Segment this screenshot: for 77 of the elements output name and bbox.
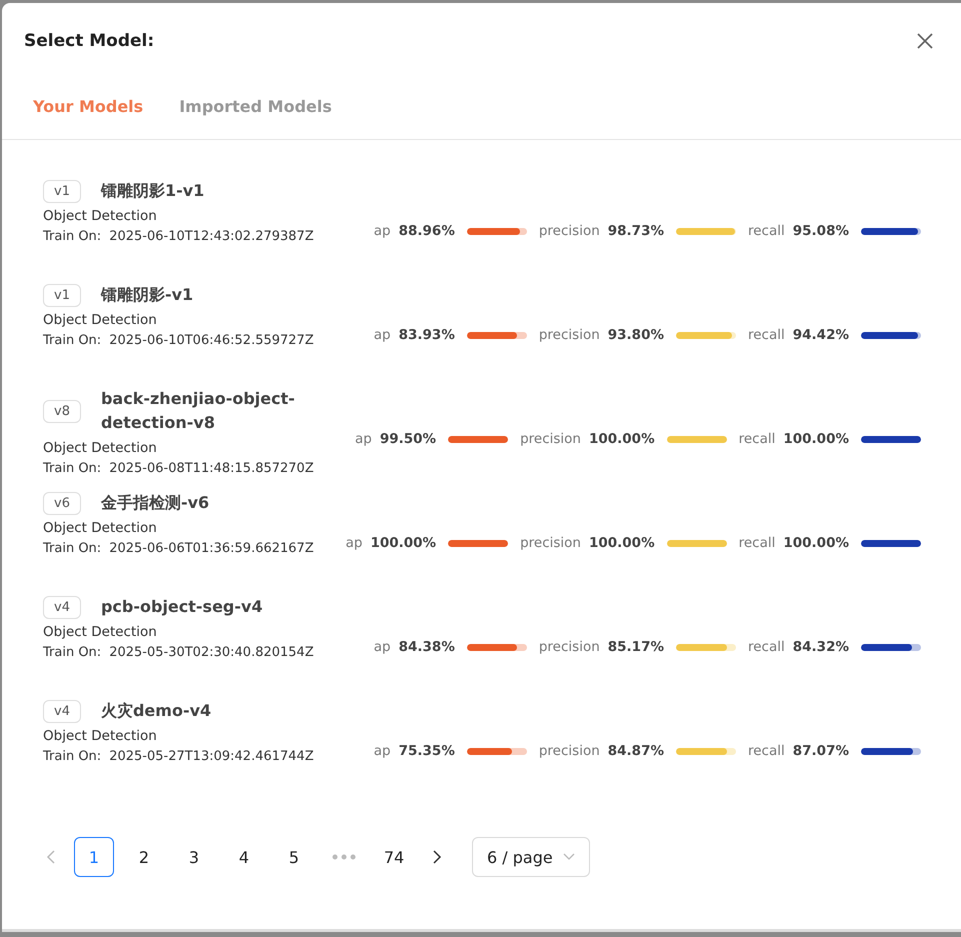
- metric-label: recall: [748, 639, 785, 655]
- version-badge: v1: [43, 180, 81, 202]
- task-type: Object Detection: [43, 728, 158, 744]
- metric-label: ap: [374, 743, 391, 759]
- version-badge: v6: [43, 492, 81, 514]
- metric-value: 100.00%: [588, 431, 655, 447]
- metric-value: 100.00%: [370, 535, 436, 551]
- page-button[interactable]: 74: [374, 837, 414, 877]
- metric-value: 100.00%: [783, 431, 849, 447]
- next-page-icon[interactable]: [432, 850, 442, 864]
- model-name[interactable]: 镭雕阴影1-v1: [100, 179, 204, 203]
- task-type: Object Detection: [43, 520, 158, 536]
- version-badge: v8: [43, 400, 81, 422]
- train-date: 2025-06-08T11:48:15.857270Z: [109, 461, 314, 476]
- page-button[interactable]: 3: [174, 837, 214, 877]
- chevron-down-icon: [562, 853, 575, 861]
- metric-value: 83.93%: [398, 327, 455, 343]
- metric-label: ap: [346, 535, 362, 551]
- metric-value: 94.42%: [792, 327, 849, 343]
- dialog-title: Select Model:: [24, 31, 154, 51]
- metric-label: precision: [538, 327, 600, 343]
- train-date: 2025-05-30T02:30:40.820154Z: [109, 645, 314, 660]
- metric-label: ap: [374, 327, 391, 343]
- train-label: Train On:: [43, 645, 102, 660]
- metric-label: ap: [374, 223, 391, 239]
- train-date: 2025-05-27T13:09:42.461744Z: [109, 749, 314, 764]
- metric-value: 84.87%: [608, 743, 664, 759]
- page-button[interactable]: 5: [274, 837, 314, 877]
- page-button[interactable]: 1: [74, 837, 114, 877]
- metric-label: precision: [520, 431, 581, 447]
- model-name[interactable]: 火灾demo-v4: [100, 699, 212, 723]
- train-label: Train On:: [43, 541, 102, 556]
- metric-label: precision: [538, 743, 600, 759]
- metric-value: 84.38%: [398, 639, 455, 655]
- metric-value: 87.07%: [792, 743, 849, 759]
- task-type: Object Detection: [43, 208, 158, 224]
- metric-label: ap: [374, 639, 391, 655]
- metric-label: precision: [520, 535, 581, 551]
- model-name[interactable]: 金手指检测-v6: [100, 491, 210, 515]
- train-date: 2025-06-10T12:43:02.279387Z: [109, 229, 314, 244]
- version-badge: v4: [43, 596, 81, 618]
- metric-label: recall: [748, 327, 785, 343]
- metric-label: recall: [738, 431, 776, 447]
- metric-label: recall: [738, 535, 776, 551]
- metric-label: recall: [748, 743, 785, 759]
- task-type: Object Detection: [43, 440, 158, 456]
- train-label: Train On:: [43, 461, 102, 476]
- train-label: Train On:: [43, 229, 102, 244]
- page-button[interactable]: 4: [224, 837, 264, 877]
- model-name[interactable]: 镭雕阴影-v1: [100, 283, 194, 307]
- train-label: Train On:: [43, 749, 102, 764]
- task-type: Object Detection: [43, 312, 158, 328]
- metric-value: 95.08%: [792, 223, 849, 239]
- version-badge: v4: [43, 700, 81, 722]
- metric-value: 75.35%: [398, 743, 455, 759]
- page-size-select[interactable]: 6 / page: [472, 837, 590, 877]
- metric-value: 100.00%: [783, 535, 849, 551]
- metric-value: 100.00%: [588, 535, 655, 551]
- train-date: 2025-06-06T01:36:59.662167Z: [109, 541, 314, 556]
- version-badge: v1: [43, 284, 81, 306]
- metric-value: 88.96%: [398, 223, 455, 239]
- metric-label: precision: [538, 223, 600, 239]
- model-name[interactable]: pcb-object-seg-v4: [100, 595, 263, 619]
- metric-value: 93.80%: [608, 327, 664, 343]
- metric-label: recall: [748, 223, 785, 239]
- close-icon[interactable]: [917, 33, 933, 49]
- metric-value: 85.17%: [608, 639, 664, 655]
- train-label: Train On:: [43, 333, 102, 348]
- metric-value: 99.50%: [380, 431, 436, 447]
- metric-value: 84.32%: [792, 639, 849, 655]
- model-name[interactable]: back-zhenjiao-object-detection-v8: [100, 387, 355, 435]
- page-button[interactable]: 2: [124, 837, 164, 877]
- train-date: 2025-06-10T06:46:52.559727Z: [109, 333, 314, 348]
- metric-value: 98.73%: [608, 223, 664, 239]
- task-type: Object Detection: [43, 624, 158, 640]
- metric-label: precision: [538, 639, 600, 655]
- metric-label: ap: [355, 431, 372, 447]
